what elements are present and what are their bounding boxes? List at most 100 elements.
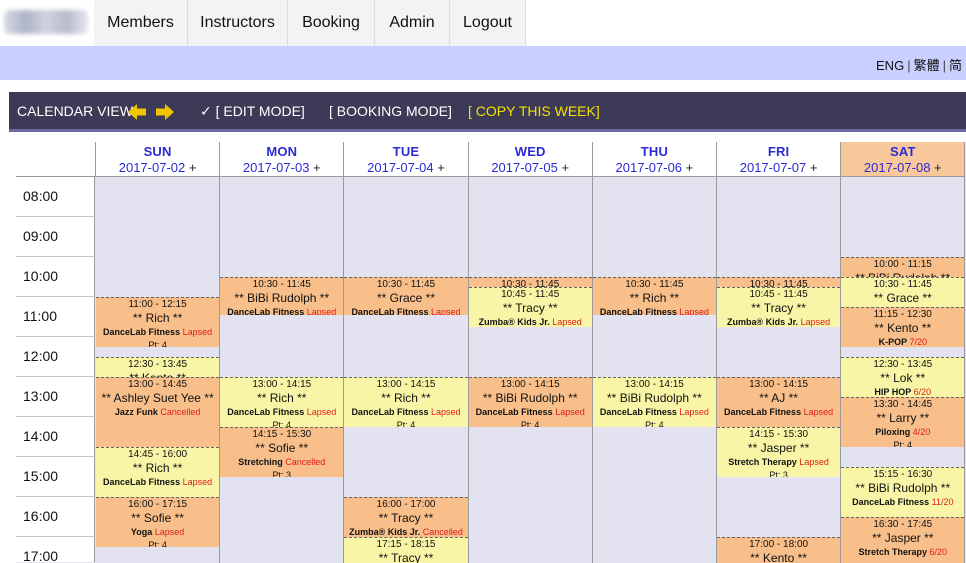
day-name: SUN [143,144,172,159]
time-slot-label: 12:00 [16,337,95,377]
class-event[interactable]: 13:30 - 14:45 ** Larry ** Piloxing 4/20 Pt:… [841,397,965,447]
day-date-link[interactable]: 2017-07-06 [616,160,683,175]
lang-simplified-link[interactable]: 简 [949,58,962,73]
time-slot-label: 14:00 [16,417,95,457]
class-event[interactable]: 10:30 - 11:45 ** BiBi Rudolph ** DanceLab … [220,277,344,315]
nav-booking[interactable]: Booking [288,0,375,46]
event-class: Stretch Therapy 6/20 [858,547,948,557]
class-event[interactable]: 10:45 - 11:45 ** Tracy ** Zumba® Kids Jr. … [468,287,592,327]
event-status: Lapsed [430,407,461,417]
day-header-mon: MON 2017-07-03 + [220,142,345,177]
day-column-tue[interactable]: 10:30 - 11:45 ** Grace ** DanceLab Fitness… [344,177,469,563]
edit-mode-button[interactable]: ✓ [ EDIT MODE] [200,103,305,120]
logo-image [4,10,88,34]
nav-admin[interactable]: Admin [375,0,450,46]
next-week-arrow-icon[interactable] [155,102,175,122]
class-event[interactable]: 11:00 - 12:15 ** Rich ** DanceLab Fitness … [96,297,220,347]
event-instructor: ** Rich ** [257,391,307,405]
logo[interactable] [0,0,94,46]
lang-traditional-link[interactable]: 繁體 [914,58,940,73]
class-event[interactable]: 11:15 - 12:30 ** Kento ** K-POP 7/20 [841,307,965,347]
event-class: Zumba® Kids Jr. Lapsed [478,317,582,327]
day-column-mon[interactable]: 10:30 - 11:45 ** BiBi Rudolph ** DanceLab … [220,177,345,563]
event-time: 17:15 - 18:15 [376,539,436,550]
day-column-wed[interactable]: 10:30 - 11:45 10:45 - 11:45 ** Tracy ** Zum… [468,177,593,563]
day-date-link[interactable]: 2017-07-02 [119,160,186,175]
nav-members[interactable]: Members [94,0,188,46]
prev-week-arrow-icon[interactable] [127,102,147,122]
event-instructor: ** Lok ** [880,371,926,385]
add-class-button[interactable]: + [934,160,942,175]
event-time: 17:00 - 18:00 [749,539,809,550]
class-event[interactable]: 13:00 - 14:15 ** AJ ** DanceLab Fitness La… [717,377,841,427]
event-instructor: ** Kento ** [874,321,932,335]
day-header-thu: THU 2017-07-06 + [592,142,717,177]
day-column-thu[interactable]: 10:30 - 11:45 ** Rich ** DanceLab Fitness … [592,177,717,563]
class-event[interactable]: 17:15 - 18:15 ** Tracy ** [344,537,468,563]
event-instructor: ** Tracy ** [378,551,434,563]
day-date-link[interactable]: 2017-07-04 [367,160,434,175]
add-class-button[interactable]: + [313,160,321,175]
class-event[interactable]: 13:00 - 14:15 ** BiBi Rudolph ** DanceLab … [592,377,716,427]
add-class-button[interactable]: + [561,160,569,175]
nav-instructors[interactable]: Instructors [188,0,288,46]
event-class: DanceLab Fitness Lapsed [724,407,834,417]
event-participants: Pt: 4 [520,420,540,427]
class-event[interactable]: 12:30 - 13:45 ** Lok ** HIP HOP 6/20 [841,357,965,397]
class-event[interactable]: 13:00 - 14:15 ** Rich ** DanceLab Fitness … [220,377,344,427]
add-class-button[interactable]: + [810,160,818,175]
nav-logout[interactable]: Logout [450,0,526,46]
add-class-button[interactable]: + [189,160,197,175]
day-column-sat[interactable]: 10:00 - 11:15 ** BiBi Rudolph ** 10:30 - 1… [841,177,966,563]
time-slot-label: 15:00 [16,457,95,497]
class-event[interactable]: 15:15 - 16:30 ** BiBi Rudolph ** DanceLab … [841,467,965,517]
event-participants: Pt: 3 [769,470,788,477]
class-event[interactable]: 10:30 - 11:45 ** Rich ** DanceLab Fitness … [592,277,716,315]
event-status: 6/20 [913,387,932,397]
event-instructor: ** Jasper ** [872,531,934,545]
event-class: DanceLab Fitness Lapsed [227,307,337,315]
calendar-view-label: CALENDAR VIEW [17,103,133,119]
day-date-link[interactable]: 2017-07-03 [243,160,310,175]
class-event[interactable]: 14:45 - 16:00 ** Rich ** DanceLab Fitness … [96,447,220,497]
event-participants: Pt: 4 [148,340,167,347]
event-status: Lapsed [182,477,213,487]
event-status: Cancelled [422,527,463,537]
class-event[interactable]: 16:00 - 17:00 ** Tracy ** Zumba® Kids Jr. … [344,497,468,537]
class-event[interactable]: 10:45 - 11:45 ** Tracy ** Zumba® Kids Jr. … [717,287,841,327]
event-participants: Pt: 4 [272,420,292,427]
event-class: K-POP 7/20 [878,337,927,347]
class-event[interactable]: 14:15 - 15:30 ** Jasper ** Stretch Therapy… [717,427,841,477]
class-event[interactable]: 13:00 - 14:15 ** Rich ** DanceLab Fitness … [344,377,468,427]
add-class-button[interactable]: + [437,160,445,175]
day-column-sun[interactable]: 11:00 - 12:15 ** Rich ** DanceLab Fitness … [96,177,221,563]
event-instructor: ** Larry ** [876,411,930,425]
class-event[interactable]: 13:00 - 14:15 ** BiBi Rudolph ** DanceLab … [468,377,592,427]
event-instructor: ** Tracy ** [751,301,806,315]
day-header-fri: FRI 2017-07-07 + [717,142,842,177]
event-time: 13:00 - 14:15 [624,379,684,390]
day-date-link[interactable]: 2017-07-05 [491,160,558,175]
copy-week-button[interactable]: [ COPY THIS WEEK] [468,103,600,119]
event-status: Lapsed [803,407,834,417]
event-instructor: ** Tracy ** [378,511,434,525]
event-instructor: ** BiBi Rudolph ** [855,481,951,495]
class-event[interactable]: 14:15 - 15:30 ** Sofie ** Stretching Cance… [220,427,344,477]
day-name: WED [514,144,546,159]
class-event[interactable]: 10:30 - 11:45 ** Grace ** [841,277,965,307]
booking-mode-button[interactable]: [ BOOKING MODE] [329,103,452,119]
day-date-link[interactable]: 2017-07-07 [740,160,807,175]
class-event[interactable]: 10:30 - 11:45 ** Grace ** DanceLab Fitness… [344,277,468,315]
class-event[interactable]: 16:00 - 17:15 ** Sofie ** Yoga Lapsed Pt: 4 [96,497,220,547]
day-name: TUE [392,144,420,159]
week-calendar: 08:00 09:00 10:00 11:00 12:00 13:00 14:00 15:00… [16,142,966,563]
add-class-button[interactable]: + [686,160,694,175]
event-status: Lapsed [154,527,185,537]
class-event[interactable]: 17:00 - 18:00 ** Kento ** [717,537,841,563]
class-event[interactable]: 16:30 - 17:45 ** Jasper ** Stretch Therapy… [841,517,965,563]
lang-eng-link[interactable]: ENG [876,58,904,73]
day-date-link[interactable]: 2017-07-08 [864,160,931,175]
day-column-fri[interactable]: 10:30 - 11:45 10:45 - 11:45 ** Tracy ** Zum… [717,177,842,563]
class-event[interactable]: 13:00 - 14:45 ** Ashley Suet Yee ** Jazz F… [96,377,220,447]
event-status: Cancelled [160,407,201,417]
